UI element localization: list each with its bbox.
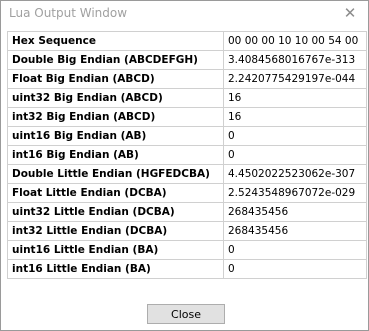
row-value[interactable]: 0: [223, 259, 367, 279]
table-row: uint16 Little Endian (BA) 0: [7, 240, 367, 260]
window-title: Lua Output Window: [9, 6, 128, 20]
row-value[interactable]: 0: [223, 145, 367, 165]
row-label: int32 Big Endian (ABCD): [7, 107, 224, 127]
table-row: Double Big Endian (ABCDEFGH) 3.4084568016…: [7, 50, 367, 70]
row-value[interactable]: 0: [223, 240, 367, 260]
row-value[interactable]: 0: [223, 126, 367, 146]
table-row: uint32 Little Endian (DCBA) 268435456: [7, 202, 367, 222]
row-label: Hex Sequence: [7, 31, 224, 51]
row-label: int16 Big Endian (AB): [7, 145, 224, 165]
row-label: Double Big Endian (ABCDEFGH): [7, 50, 224, 70]
row-value[interactable]: 268435456: [223, 202, 367, 222]
table-row: int32 Little Endian (DCBA) 268435456: [7, 221, 367, 241]
table-row: int32 Big Endian (ABCD) 16: [7, 107, 367, 127]
row-label: uint32 Big Endian (ABCD): [7, 88, 224, 108]
row-value[interactable]: 4.4502022523062e-307: [223, 164, 367, 184]
row-label: uint32 Little Endian (DCBA): [7, 202, 224, 222]
row-label: Double Little Endian (HGFEDCBA): [7, 164, 224, 184]
table-row: Float Little Endian (DCBA) 2.524354896707…: [7, 183, 367, 203]
table-row: uint16 Big Endian (AB) 0: [7, 126, 367, 146]
row-value[interactable]: 3.4084568016767e-313: [223, 50, 367, 70]
row-label: int16 Little Endian (BA): [7, 259, 224, 279]
lua-output-window: Lua Output Window ✕ Hex Sequence 00 00 00…: [0, 0, 369, 331]
table-row: int16 Little Endian (BA) 0: [7, 259, 367, 279]
row-value[interactable]: 2.2420775429197e-044: [223, 69, 367, 89]
close-icon[interactable]: ✕: [342, 5, 358, 21]
table-row: int16 Big Endian (AB) 0: [7, 145, 367, 165]
table-row: uint32 Big Endian (ABCD) 16: [7, 88, 367, 108]
row-value[interactable]: 00 00 00 10 10 00 54 00: [223, 31, 367, 51]
row-value[interactable]: 16: [223, 107, 367, 127]
output-table: Hex Sequence 00 00 00 10 10 00 54 00 Doubl…: [7, 31, 367, 279]
close-button[interactable]: Close: [147, 304, 225, 324]
row-value[interactable]: 268435456: [223, 221, 367, 241]
row-label: uint16 Little Endian (BA): [7, 240, 224, 260]
table-row: Float Big Endian (ABCD) 2.2420775429197e-…: [7, 69, 367, 89]
row-value[interactable]: 2.5243548967072e-029: [223, 183, 367, 203]
title-bar: Lua Output Window ✕: [1, 1, 368, 27]
row-label: uint16 Big Endian (AB): [7, 126, 224, 146]
row-label: int32 Little Endian (DCBA): [7, 221, 224, 241]
table-row: Hex Sequence 00 00 00 10 10 00 54 00: [7, 31, 367, 51]
row-value[interactable]: 16: [223, 88, 367, 108]
table-row: Double Little Endian (HGFEDCBA) 4.4502022…: [7, 164, 367, 184]
row-label: Float Little Endian (DCBA): [7, 183, 224, 203]
row-label: Float Big Endian (ABCD): [7, 69, 224, 89]
